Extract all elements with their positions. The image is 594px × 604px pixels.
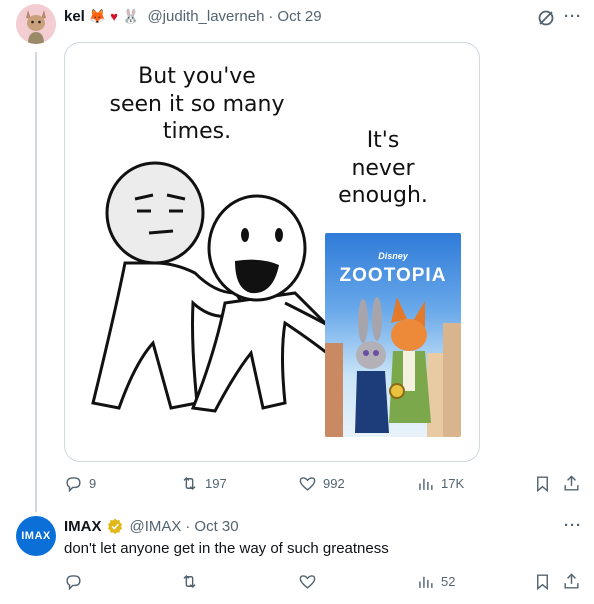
comic-text-line: seen it so many [109,91,285,117]
reply-icon [66,477,81,493]
reply-button[interactable]: 9 [64,474,96,493]
comic-text-line: But you've [138,64,256,89]
date-separator: · [268,8,274,25]
share-button[interactable] [562,474,581,493]
bookmark-icon [537,476,548,493]
like-button[interactable]: 992 [298,474,345,493]
imax-logo-text: IMAX [21,530,51,542]
fox-emoji-icon: 🦊 [88,8,107,24]
more-options-icon[interactable]: ··· [564,517,582,537]
repost-button[interactable]: 197 [180,474,227,493]
comic-text-line: It's [366,128,400,153]
date-separator: · [185,517,191,535]
zootopia-poster: Disney ZOOTOPIA [325,233,461,437]
comic-figures-illustration [91,161,352,413]
views-count: 52 [441,574,456,589]
tweet-text: don't let anyone get in the way of such … [64,540,389,557]
like-button[interactable] [298,572,317,591]
avatar-kel[interactable] [16,4,56,44]
heart-emoji-icon: ♥ [110,9,119,24]
grok-icon[interactable] [536,8,556,28]
rabbit-emoji-icon: 🐰 [122,8,140,24]
bookmark-icon [537,574,548,591]
repost-icon [183,574,196,589]
repost-icon [183,476,196,491]
reply-icon [66,575,81,591]
display-name[interactable]: kel [64,8,85,25]
thread-connector-line [35,52,37,512]
heart-icon [299,575,316,589]
post-date[interactable]: Oct 29 [277,8,321,25]
share-button[interactable] [562,572,581,591]
like-count: 992 [323,476,345,491]
heart-icon [299,477,316,491]
analytics-icon [419,478,433,490]
reply-count: 9 [89,476,97,491]
more-options-icon[interactable]: ··· [564,8,582,28]
poster-title: ZOOTOPIA [339,265,447,286]
post-date[interactable]: Oct 30 [194,518,238,535]
media-image-meme[interactable]: But you've seen it so many times. It's n… [64,42,480,462]
analytics-icon [419,576,433,588]
comic-text-line: times. [162,119,232,144]
bookmark-button[interactable] [533,474,552,493]
repost-count: 197 [205,476,227,491]
share-icon [564,573,579,589]
verified-badge-icon [106,517,124,535]
bookmark-button[interactable] [533,572,552,591]
poster-brand: Disney [378,251,408,261]
reply-button[interactable] [64,572,83,591]
avatar-imax[interactable]: IMAX [16,516,56,556]
views-button[interactable]: 17K [416,474,464,493]
views-button[interactable]: 52 [416,572,455,591]
user-handle[interactable]: @judith_laverneh [147,8,264,25]
display-name[interactable]: IMAX [64,518,102,535]
share-icon [564,475,579,491]
views-count: 17K [441,476,465,491]
user-handle[interactable]: @IMAX [130,518,182,535]
repost-button[interactable] [180,572,199,591]
